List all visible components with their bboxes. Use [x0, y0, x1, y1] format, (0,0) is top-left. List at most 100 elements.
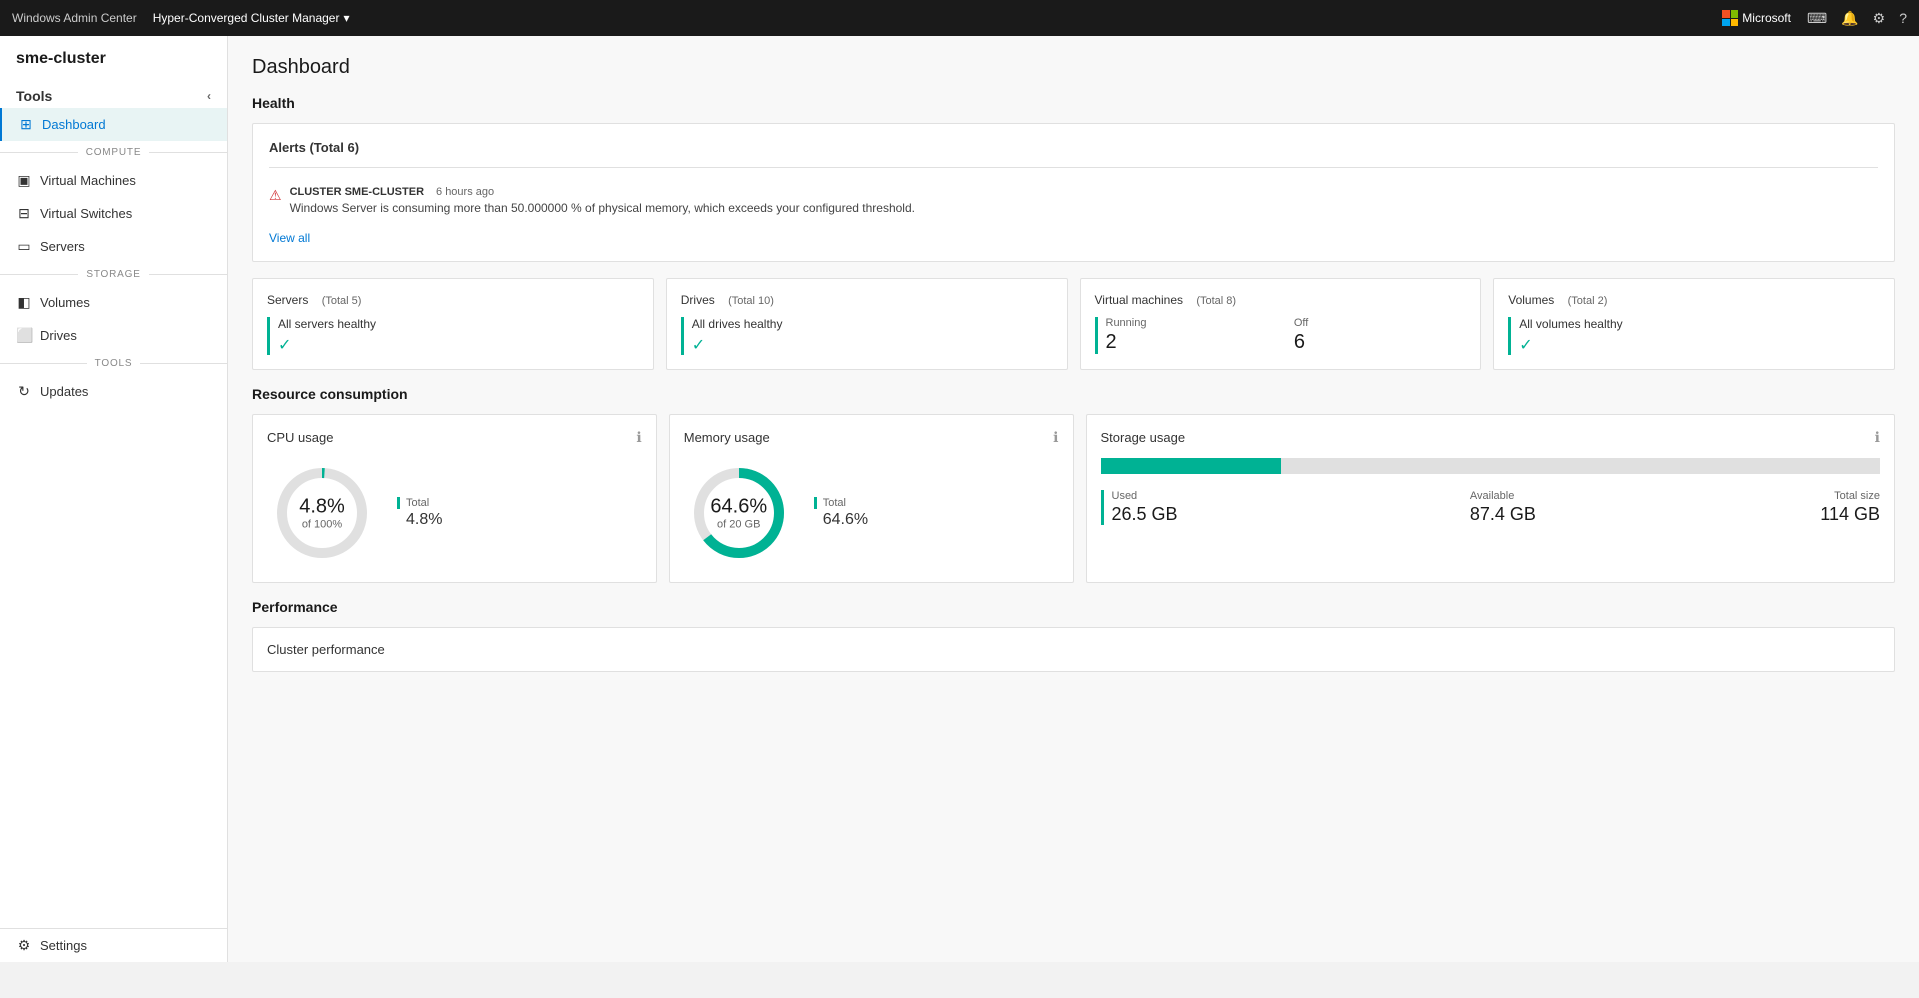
sidebar-item-virtual-machines[interactable]: ▣ Virtual Machines: [0, 164, 227, 197]
sidebar-item-settings[interactable]: ⚙ Settings: [0, 929, 227, 962]
vm-status: Running 2 Off 6: [1095, 317, 1467, 354]
help-icon[interactable]: ?: [1899, 10, 1907, 27]
cpu-donut: 4.8% of 100%: [267, 458, 377, 568]
memory-total-label: Total: [814, 497, 868, 509]
servers-icon: ▭: [16, 238, 32, 255]
health-card-vms: Virtual machines (Total 8) Running 2 Off…: [1080, 278, 1482, 370]
cluster-name: sme-cluster: [0, 36, 227, 78]
storage-total-label: Total size: [1820, 490, 1880, 502]
storage-stats: Used 26.5 GB Available 87.4 GB Total siz…: [1101, 490, 1881, 525]
resource-grid: CPU usage ℹ 4.8% of: [252, 414, 1895, 583]
cluster-manager-dropdown[interactable]: ▾: [343, 11, 349, 25]
sidebar-item-label: Servers: [40, 239, 85, 254]
drives-health-status: All drives healthy ✓: [681, 317, 1053, 355]
vm-running-label: Running: [1106, 317, 1278, 329]
memory-total-value: 64.6%: [814, 511, 868, 529]
resource-section: Resource consumption CPU usage ℹ: [252, 386, 1895, 583]
virtual-machines-icon: ▣: [16, 172, 32, 189]
vm-off-label: Off: [1294, 317, 1466, 329]
dashboard-icon: ⊞: [18, 116, 34, 133]
sidebar-collapse-icon[interactable]: ‹: [207, 89, 211, 103]
memory-usage-card: Memory usage ℹ 64.6%: [669, 414, 1074, 583]
memory-legend: Total 64.6%: [814, 497, 868, 529]
topbar-icons: ⌨ 🔔 ⚙ ?: [1807, 10, 1907, 27]
divider-compute: COMPUTE: [0, 141, 227, 164]
sidebar-item-label: Virtual Machines: [40, 173, 136, 188]
sidebar-item-label: Drives: [40, 328, 77, 343]
volumes-health-status: All volumes healthy ✓: [1508, 317, 1880, 355]
resource-section-title: Resource consumption: [252, 386, 1895, 402]
alert-message: Windows Server is consuming more than 50…: [290, 201, 1878, 215]
cpu-title: CPU usage: [267, 430, 333, 445]
tools-header: Tools ‹: [0, 78, 227, 108]
sidebar-item-drives[interactable]: ⬜ Drives: [0, 319, 227, 352]
storage-used-value: 26.5 GB: [1112, 504, 1462, 525]
cpu-percent: 4.8%: [299, 496, 345, 519]
storage-bar: [1101, 458, 1881, 474]
cluster-performance-title: Cluster performance: [267, 642, 1880, 657]
servers-check-icon: ✓: [278, 337, 291, 354]
servers-health-status: All servers healthy ✓: [267, 317, 639, 355]
health-card-volumes: Volumes (Total 2) All volumes healthy ✓: [1493, 278, 1895, 370]
app-name: Windows Admin Center: [12, 11, 137, 25]
health-card-drives-title: Drives (Total 10): [681, 293, 1053, 307]
sidebar-item-dashboard[interactable]: ⊞ Dashboard: [0, 108, 227, 141]
sidebar-item-virtual-switches[interactable]: ⊟ Virtual Switches: [0, 197, 227, 230]
storage-available-value: 87.4 GB: [1470, 504, 1820, 525]
vm-running-value: 2: [1106, 331, 1278, 354]
cpu-legend: Total 4.8%: [397, 497, 442, 529]
settings-icon[interactable]: ⚙: [1873, 10, 1886, 27]
view-all-link[interactable]: View all: [269, 231, 310, 245]
alerts-title: Alerts (Total 6): [269, 140, 1878, 155]
sidebar-item-volumes[interactable]: ◧ Volumes: [0, 286, 227, 319]
health-card-servers-title: Servers (Total 5): [267, 293, 639, 307]
cpu-usage-card: CPU usage ℹ 4.8% of: [252, 414, 657, 583]
microsoft-brand: Microsoft: [1722, 10, 1791, 26]
storage-bar-container: [1101, 458, 1881, 474]
memory-of-label: of 20 GB: [710, 519, 767, 531]
settings-gear-icon: ⚙: [16, 937, 32, 954]
performance-section-title: Performance: [252, 599, 1895, 615]
storage-available-stat: Available 87.4 GB: [1462, 490, 1820, 525]
memory-donut: 64.6% of 20 GB: [684, 458, 794, 568]
alert-cluster: CLUSTER SME-CLUSTER: [290, 186, 424, 198]
health-card-vms-title: Virtual machines (Total 8): [1095, 293, 1467, 307]
divider-tools: TOOLS: [0, 352, 227, 375]
health-card-servers: Servers (Total 5) All servers healthy ✓: [252, 278, 654, 370]
storage-total: Total size 114 GB: [1820, 490, 1880, 525]
sidebar-item-label: Settings: [40, 938, 87, 953]
virtual-switches-icon: ⊟: [16, 205, 32, 222]
servers-status-text: All servers healthy: [278, 317, 639, 331]
storage-usage-card: Storage usage ℹ Used 26.5 GB: [1086, 414, 1896, 583]
sidebar-bottom: ⚙ Settings: [0, 928, 227, 962]
storage-used-label: Used: [1112, 490, 1462, 502]
notifications-icon[interactable]: 🔔: [1841, 10, 1858, 27]
storage-used-stat: Used 26.5 GB: [1101, 490, 1462, 525]
health-card-volumes-title: Volumes (Total 2): [1508, 293, 1880, 307]
cpu-donut-container: 4.8% of 100% Total 4.8%: [267, 458, 642, 568]
cpu-info-icon[interactable]: ℹ: [636, 429, 641, 446]
sidebar-item-servers[interactable]: ▭ Servers: [0, 230, 227, 263]
alert-error-icon: ⚠: [269, 187, 282, 204]
alert-time: 6 hours ago: [436, 186, 494, 198]
vm-off-value: 6: [1294, 331, 1466, 354]
storage-total-value: 114 GB: [1820, 504, 1880, 525]
drives-icon: ⬜: [16, 327, 32, 344]
cpu-total-value: 4.8%: [397, 511, 442, 529]
drives-check-icon: ✓: [692, 337, 705, 354]
drives-status-text: All drives healthy: [692, 317, 1053, 331]
main-content: Dashboard Health Alerts (Total 6) ⚠ CLUS…: [228, 36, 1919, 962]
tools-label: Tools: [16, 88, 52, 104]
cluster-performance-card: Cluster performance: [252, 627, 1895, 672]
health-section-title: Health: [252, 95, 1895, 111]
storage-bar-fill: [1101, 458, 1282, 474]
cpu-total-label: Total: [397, 497, 442, 509]
memory-info-icon[interactable]: ℹ: [1053, 429, 1058, 446]
terminal-icon[interactable]: ⌨: [1807, 10, 1827, 27]
volumes-status-text: All volumes healthy: [1519, 317, 1880, 331]
sidebar-item-updates[interactable]: ↻ Updates: [0, 375, 227, 408]
microsoft-logo: [1722, 10, 1738, 26]
health-cards-grid: Servers (Total 5) All servers healthy ✓ …: [252, 278, 1895, 370]
sidebar-item-label: Updates: [40, 384, 88, 399]
storage-info-icon[interactable]: ℹ: [1875, 429, 1880, 446]
